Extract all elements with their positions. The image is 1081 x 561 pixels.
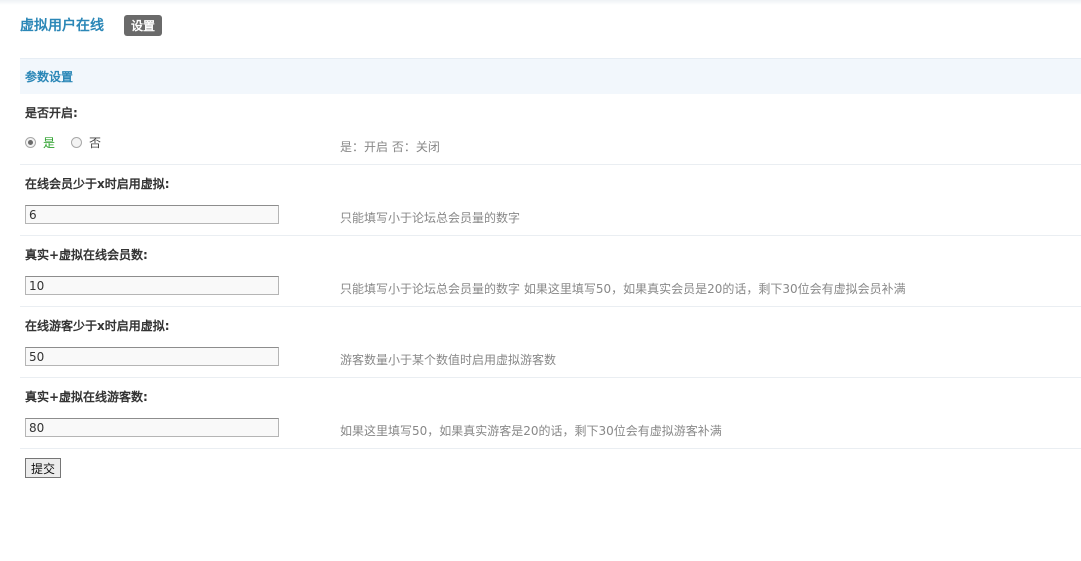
radio-yes-label[interactable]: 是	[43, 134, 55, 151]
setting-row-member-total: 真实+虚拟在线会员数: 只能填写小于论坛总会员量的数字 如果这里填写50，如果真…	[20, 236, 1081, 307]
guest-total-label: 真实+虚拟在线游客数:	[25, 390, 148, 404]
submit-button[interactable]: 提交	[25, 458, 62, 478]
setting-row-guest-threshold: 在线游客少于x时启用虚拟: 游客数量小于某个数值时启用虚拟游客数	[20, 307, 1081, 378]
setting-row-enable: 是否开启: 是 否 是：开启 否：关闭	[20, 94, 1081, 165]
guest-total-hint: 如果这里填写50，如果真实游客是20的话，剩下30位会有虚拟游客补满	[340, 424, 722, 438]
enable-hint: 是：开启 否：关闭	[340, 140, 440, 154]
radio-no[interactable]	[71, 137, 83, 148]
tab-settings[interactable]: 设置	[124, 14, 163, 36]
radio-yes[interactable]	[25, 137, 36, 148]
section-title: 参数设置	[25, 70, 74, 84]
member-threshold-hint: 只能填写小于论坛总会员量的数字	[340, 211, 521, 225]
guest-threshold-input[interactable]	[25, 347, 279, 366]
member-total-input[interactable]	[25, 276, 279, 295]
top-shadow	[0, 0, 1081, 5]
guest-threshold-hint: 游客数量小于某个数值时启用虚拟游客数	[340, 353, 557, 367]
guest-threshold-label: 在线游客少于x时启用虚拟:	[25, 319, 170, 333]
setting-row-member-threshold: 在线会员少于x时启用虚拟: 只能填写小于论坛总会员量的数字	[20, 165, 1081, 236]
member-total-label: 真实+虚拟在线会员数:	[25, 248, 148, 262]
guest-total-input[interactable]	[25, 418, 279, 437]
plugin-title-link[interactable]: 虚拟用户在线	[20, 15, 104, 35]
member-threshold-label: 在线会员少于x时启用虚拟:	[25, 177, 170, 191]
member-total-hint: 只能填写小于论坛总会员量的数字 如果这里填写50，如果真实会员是20的话，剩下3…	[340, 282, 906, 296]
section-header: 参数设置	[20, 58, 1081, 94]
setting-row-guest-total: 真实+虚拟在线游客数: 如果这里填写50，如果真实游客是20的话，剩下30位会有…	[20, 378, 1081, 449]
enable-radio-group: 是 否	[25, 134, 117, 151]
member-threshold-input[interactable]	[25, 205, 279, 224]
page-header: 虚拟用户在线 设置	[20, 14, 163, 36]
enable-label: 是否开启:	[25, 106, 78, 120]
radio-no-label[interactable]: 否	[89, 134, 101, 151]
